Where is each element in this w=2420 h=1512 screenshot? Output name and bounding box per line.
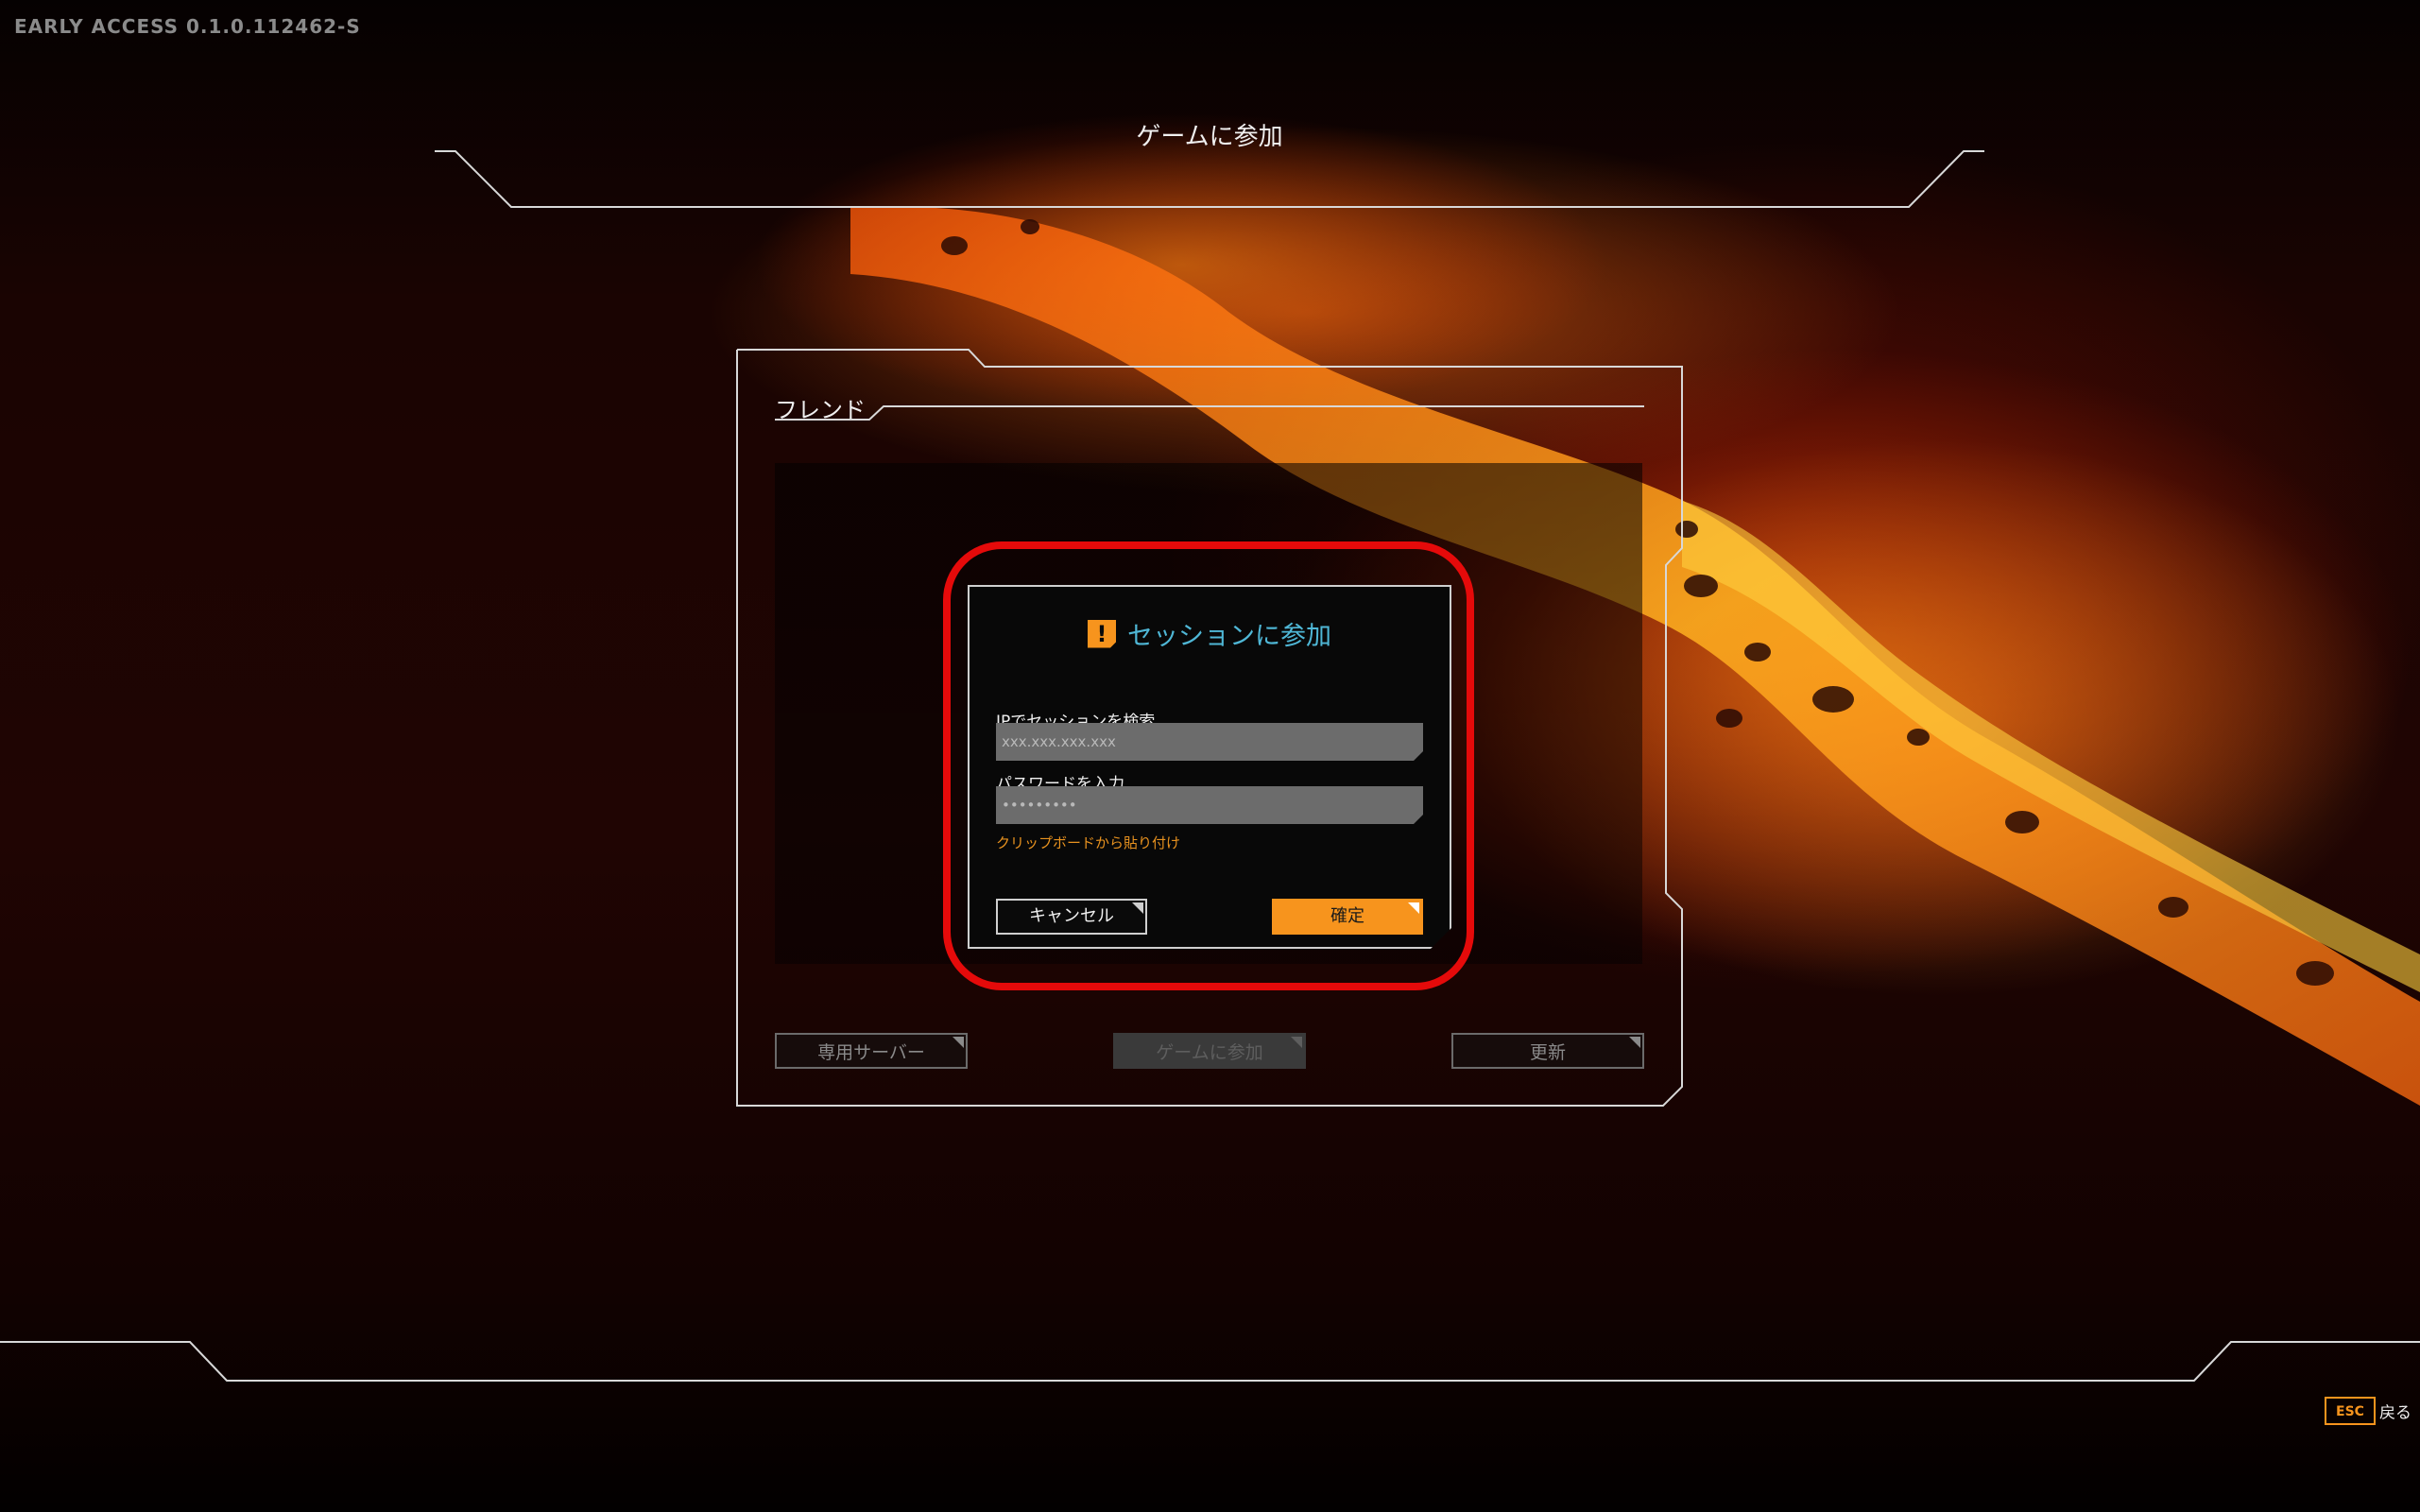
dedicated-server-button[interactable]: 専用サーバー bbox=[775, 1033, 968, 1069]
join-game-label: ゲームに参加 bbox=[1156, 1042, 1263, 1063]
version-label: EARLY ACCESS 0.1.0.112462-S bbox=[14, 15, 361, 38]
refresh-button[interactable]: 更新 bbox=[1451, 1033, 1644, 1069]
tab-friends[interactable]: フレンド bbox=[775, 391, 866, 424]
refresh-label: 更新 bbox=[1529, 1042, 1566, 1063]
esc-key-icon: ESC bbox=[2325, 1397, 2376, 1425]
back-label: 戻る bbox=[2379, 1403, 2411, 1423]
game-screen: EARLY ACCESS 0.1.0.112462-S ゲームに参加 フレンド … bbox=[0, 0, 2420, 1512]
back-control[interactable]: ESC 戻る bbox=[2325, 1397, 2411, 1425]
join-game-button[interactable]: ゲームに参加 bbox=[1113, 1033, 1306, 1069]
page-title: ゲームに参加 bbox=[1136, 123, 1283, 151]
dedicated-server-label: 専用サーバー bbox=[817, 1042, 925, 1063]
highlight-annotation bbox=[943, 541, 1474, 990]
